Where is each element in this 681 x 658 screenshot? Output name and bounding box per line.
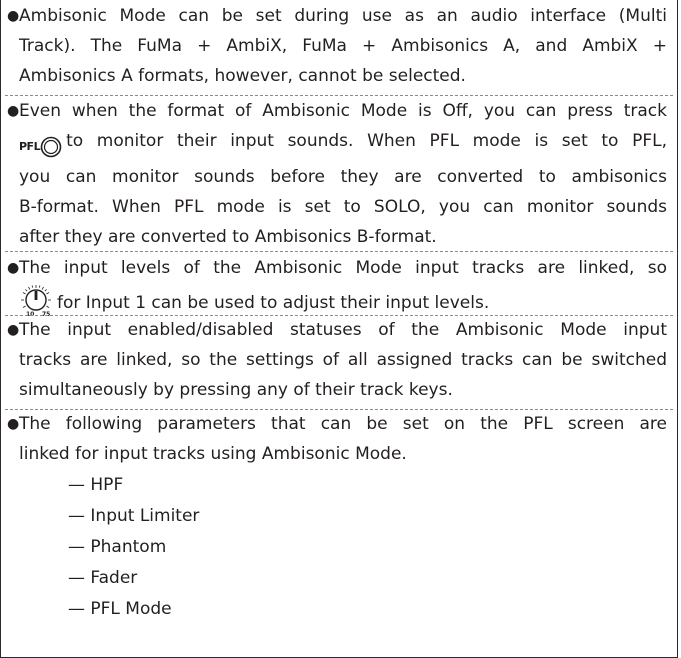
note-line: Ambisonics A formats, however, cannot be… [19,66,466,86]
note-line: Track). The FuMa + AmbiX, FuMa + Ambison… [19,36,667,56]
note-line: Ambisonic Mode can be set during use as … [19,6,667,26]
pfl-key-label: PFL [19,140,41,153]
note-2: Even when the format of Ambisonic Mode i… [19,96,667,252]
notes-box: ● Ambisonic Mode can be set during use a… [0,0,678,658]
note-line: after they are converted to Ambisonics B… [19,227,437,247]
bullet: ● [7,103,20,119]
separator [5,251,673,252]
note-line: The input enabled/disabled statuses of t… [19,320,667,340]
parameter-item-pfl-mode: — PFL Mode [68,599,172,619]
note-4: The input enabled/disabled statuses of t… [19,315,667,405]
note-line-text: for Input 1 can be used to adjust their … [57,293,490,313]
note-line: simultaneously by pressing any of their … [19,380,453,400]
note-1: Ambisonic Mode can be set during use as … [19,1,667,91]
note-line: Even when the format of Ambisonic Mode i… [19,101,667,121]
note-line: you can monitor sounds before they are c… [19,167,667,187]
note-line: PFL to monitor their input sounds. When … [19,126,667,162]
note-line: The input levels of the Ambisonic Mode i… [19,258,667,278]
bullet: ● [7,8,20,24]
bullet: ● [7,416,20,432]
note-line: The following parameters that can be set… [19,414,667,434]
parameter-item-fader: — Fader [68,568,138,588]
parameter-item-hpf: — HPF [68,475,124,495]
note-line: linked for input tracks using Ambisonic … [19,444,407,464]
note-line-text: to monitor their input sounds. When PFL … [66,131,667,151]
bullet: ● [7,260,20,276]
note-line: 10 75 for Input 1 can be used to adjust … [19,283,667,318]
pfl-key-icon: PFL [19,132,62,162]
parameter-item-phantom: — Phantom [68,537,167,557]
note-line: tracks are linked, so the settings of al… [19,350,667,370]
note-3: The input levels of the Ambisonic Mode i… [19,253,667,318]
parameter-item-input-limiter: — Input Limiter [68,506,200,526]
pfl-button-icon [40,136,62,158]
bullet: ● [7,322,20,338]
gain-knob-icon: 10 75 [21,285,51,317]
note-line: B-format. When PFL mode is set to SOLO, … [19,197,667,217]
note-5: The following parameters that can be set… [19,409,667,469]
